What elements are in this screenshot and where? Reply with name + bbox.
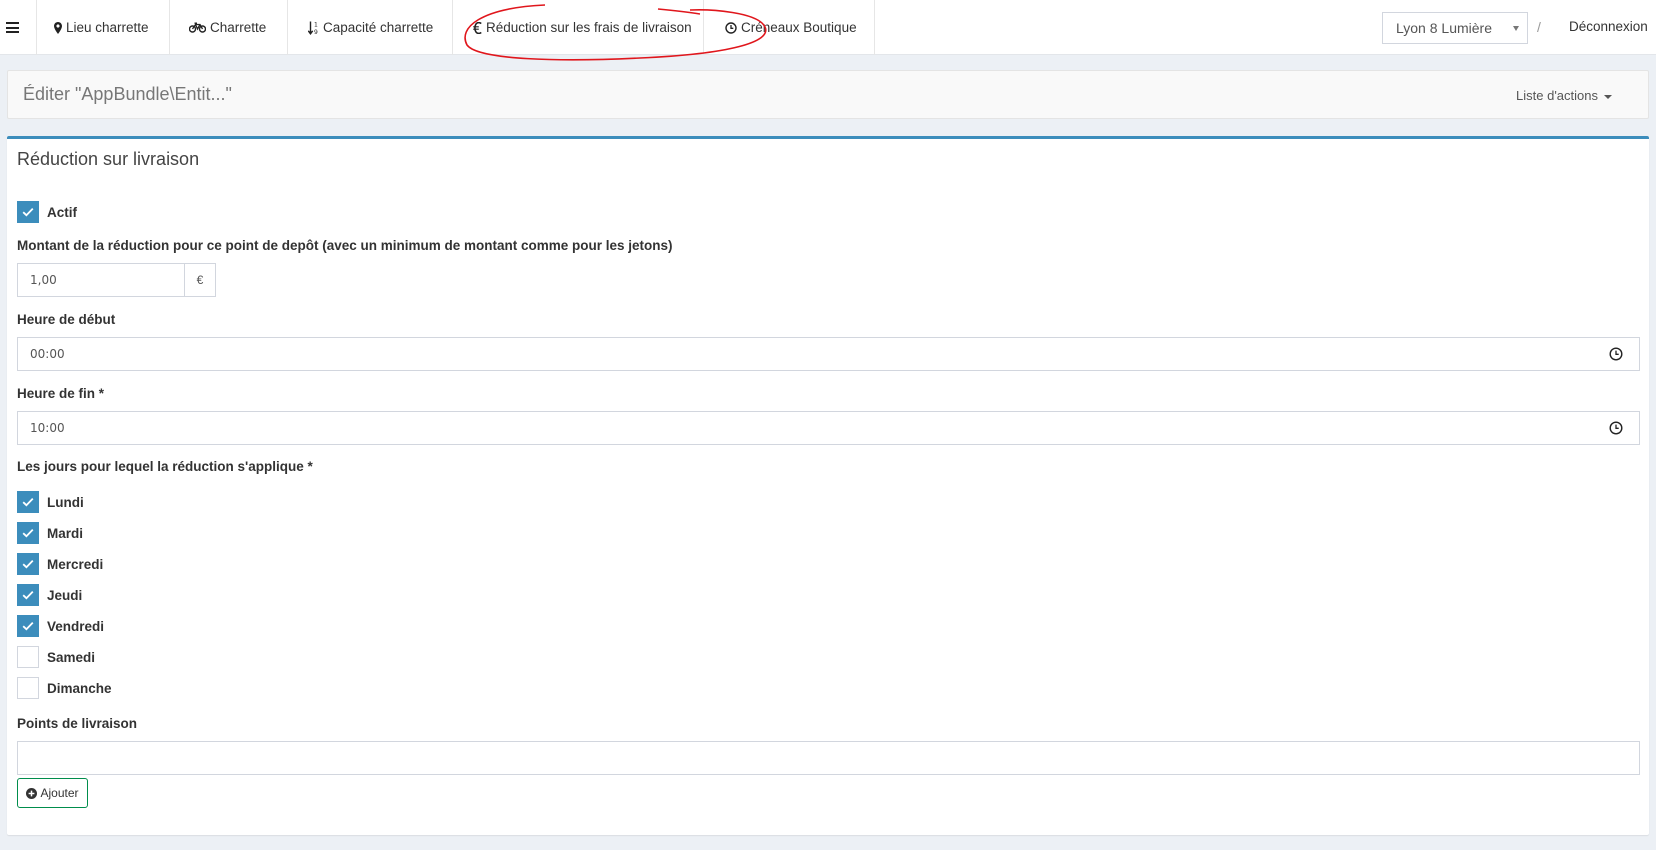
nav-item-label: Charrette <box>210 20 267 35</box>
caret-down-icon <box>1604 94 1612 99</box>
nav-item-capacite-charrette[interactable]: 1 9 Capacité charrette <box>308 0 433 55</box>
nav-item-label: Réduction sur les frais de livraison <box>486 20 692 35</box>
day-checkbox-row[interactable]: Samedi <box>17 646 95 668</box>
start-time-value: 00:00 <box>30 347 65 361</box>
euro-icon <box>473 21 482 34</box>
start-time-input[interactable]: 00:00 <box>17 337 1640 371</box>
checkmark-icon <box>22 497 34 507</box>
logout-link[interactable]: Déconnexion <box>1569 19 1648 34</box>
day-label: Vendredi <box>47 618 105 634</box>
day-checkbox-row[interactable]: Jeudi <box>17 584 82 606</box>
nav-divider <box>874 0 875 55</box>
active-checkbox-label: Actif <box>47 204 77 220</box>
top-navbar: Lieu charrette Charrette 1 9 Capacité ch… <box>0 0 1656 55</box>
add-button-label: Ajouter <box>40 786 79 800</box>
store-select[interactable]: Lyon 8 Lumière <box>1382 12 1528 44</box>
day-label: Dimanche <box>47 680 112 696</box>
delivery-points-input[interactable] <box>17 741 1640 775</box>
bicycle-icon <box>189 22 206 33</box>
svg-text:9: 9 <box>314 29 318 35</box>
actions-dropdown-button[interactable]: Liste d'actions <box>1516 88 1612 103</box>
checkmark-icon <box>22 528 34 538</box>
add-button[interactable]: Ajouter <box>17 778 88 808</box>
store-select-value: Lyon 8 Lumière <box>1396 20 1492 36</box>
day-checkbox-row[interactable]: Vendredi <box>17 615 104 637</box>
clock-icon <box>725 21 737 34</box>
day-checkbox-dimanche[interactable] <box>17 677 39 699</box>
delivery-points-label: Points de livraison <box>17 716 138 731</box>
start-time-label: Heure de début <box>17 312 116 327</box>
end-time-label: Heure de fin * <box>17 386 105 401</box>
day-checkbox-row[interactable]: Lundi <box>17 491 84 513</box>
day-label: Lundi <box>47 494 84 510</box>
nav-item-reduction-frais-livraison[interactable]: Réduction sur les frais de livraison <box>473 0 692 55</box>
nav-divider <box>703 0 704 55</box>
checkmark-icon <box>22 559 34 569</box>
page-header: Éditer "AppBundle\Entit..." Liste d'acti… <box>7 70 1649 119</box>
plus-circle-icon <box>26 787 38 799</box>
amount-label: Montant de la réduction pour ce point de… <box>17 238 673 253</box>
nav-item-label: Capacité charrette <box>323 20 434 35</box>
currency-addon: € <box>184 263 216 297</box>
hamburger-menu-icon[interactable] <box>6 22 19 33</box>
checkmark-icon <box>22 207 34 217</box>
checkmark-icon <box>22 590 34 600</box>
nav-divider <box>36 0 37 55</box>
day-label: Mardi <box>47 525 84 541</box>
end-time-value: 10:00 <box>30 421 65 435</box>
nav-item-creneaux-boutique[interactable]: Créneaux Boutique <box>725 0 857 55</box>
amount-input-value: 1,00 <box>30 273 57 287</box>
end-time-input[interactable]: 10:00 <box>17 411 1640 445</box>
day-checkbox-lundi[interactable] <box>17 491 39 513</box>
day-checkbox-mercredi[interactable] <box>17 553 39 575</box>
form-box: Réduction sur livraison Actif Montant de… <box>7 136 1649 835</box>
sort-numeric-icon: 1 9 <box>308 21 318 35</box>
clock-icon[interactable] <box>1609 421 1623 435</box>
amount-input[interactable]: 1,00 <box>17 263 185 297</box>
nav-item-charrette[interactable]: Charrette <box>189 0 266 55</box>
chevron-down-icon <box>1513 26 1519 31</box>
day-label: Mercredi <box>47 556 104 572</box>
clock-icon[interactable] <box>1609 347 1623 361</box>
map-marker-icon <box>54 21 62 34</box>
nav-item-label: Lieu charrette <box>66 20 149 35</box>
day-checkbox-row[interactable]: Mercredi <box>17 553 103 575</box>
day-checkbox-jeudi[interactable] <box>17 584 39 606</box>
actions-dropdown-label: Liste d'actions <box>1516 88 1598 103</box>
active-checkbox[interactable] <box>17 201 39 223</box>
nav-divider <box>169 0 170 55</box>
day-checkbox-mardi[interactable] <box>17 522 39 544</box>
nav-item-lieu-charrette[interactable]: Lieu charrette <box>54 0 149 55</box>
nav-item-label: Créneaux Boutique <box>741 20 857 35</box>
day-checkbox-row[interactable]: Mardi <box>17 522 83 544</box>
active-checkbox-row[interactable]: Actif <box>17 201 77 223</box>
svg-text:1: 1 <box>314 21 318 28</box>
days-label: Les jours pour lequel la réduction s'app… <box>17 459 313 474</box>
nav-divider <box>452 0 453 55</box>
day-checkbox-samedi[interactable] <box>17 646 39 668</box>
day-label: Samedi <box>47 649 96 665</box>
checkmark-icon <box>22 621 34 631</box>
day-checkbox-row[interactable]: Dimanche <box>17 677 112 699</box>
page-title: Éditer "AppBundle\Entit..." <box>23 84 232 104</box>
day-label: Jeudi <box>47 587 83 603</box>
nav-divider <box>287 0 288 55</box>
day-checkbox-vendredi[interactable] <box>17 615 39 637</box>
navbar-separator: / <box>1537 19 1541 35</box>
box-title: Réduction sur livraison <box>17 149 200 169</box>
